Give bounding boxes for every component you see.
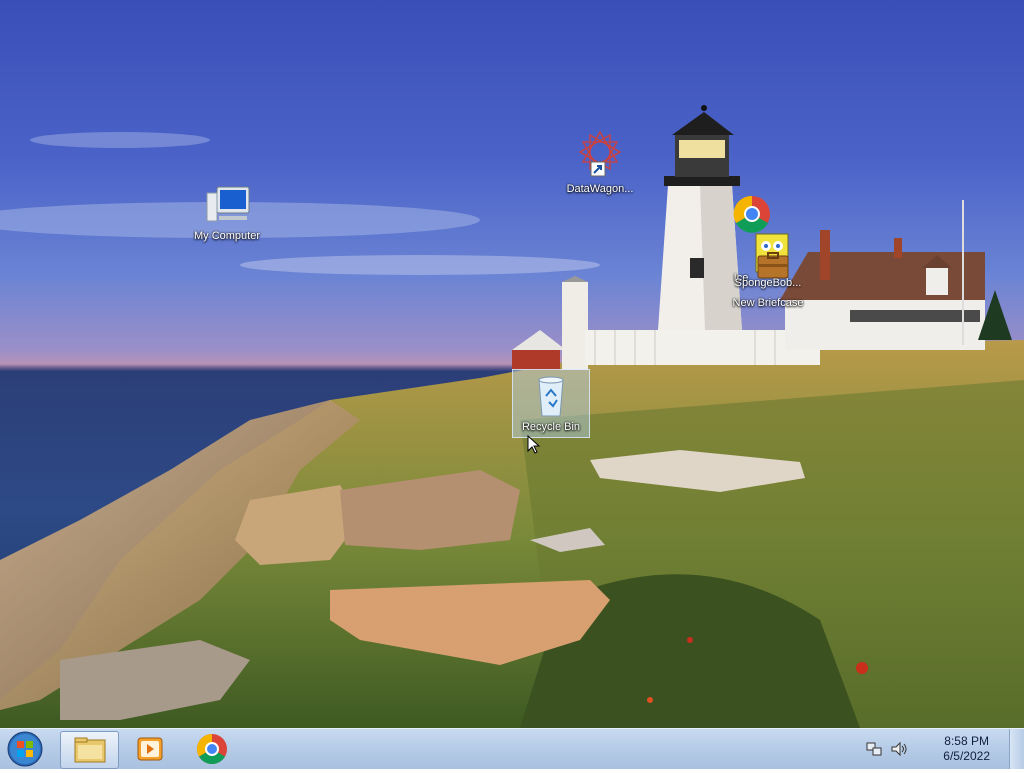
desktop[interactable]: My Computer DataWagon... Ice SpongeBob..…: [0, 0, 1024, 728]
spongebob-icon: [755, 233, 789, 279]
chrome-icon: [196, 734, 227, 765]
wallpaper: [0, 105, 1024, 728]
network-icon[interactable]: [866, 741, 882, 757]
clock-time: 8:58 PM: [944, 734, 989, 748]
desktop-icon-my-computer[interactable]: My Computer: [188, 183, 266, 242]
desktop-icon-spongebob[interactable]: SpongeBob...: [728, 232, 808, 289]
taskbar-media-player-button[interactable]: [122, 731, 179, 767]
taskbar-file-explorer-button[interactable]: [60, 731, 119, 769]
taskbar-chrome-button[interactable]: [184, 731, 241, 767]
windows-logo-icon: [7, 731, 43, 767]
desktop-icon-recycle-bin[interactable]: Recycle Bin: [512, 369, 590, 438]
start-button[interactable]: [5, 730, 45, 768]
desktop-icon-label: New Briefcase: [732, 297, 804, 309]
system-clock[interactable]: 8:58 PM 6/5/2022: [943, 734, 990, 764]
media-player-icon: [137, 737, 163, 761]
taskbar: 8:58 PM 6/5/2022: [0, 728, 1024, 769]
computer-icon: [206, 186, 250, 222]
folder-icon: [74, 737, 106, 763]
desktop-icon-chrome[interactable]: [728, 194, 776, 234]
chrome-icon: [733, 195, 770, 233]
mouse-cursor: [527, 435, 541, 454]
clock-date: 6/5/2022: [943, 749, 990, 763]
desktop-icon-label: SpongeBob...: [734, 277, 802, 289]
volume-icon[interactable]: [890, 741, 908, 757]
desktop-icon-label: Recycle Bin: [521, 421, 581, 433]
recycle-bin-icon: [538, 376, 564, 417]
desktop-icon-label: DataWagon...: [566, 183, 634, 195]
datawagon-icon: [578, 130, 622, 177]
desktop-icon-label: My Computer: [193, 230, 261, 242]
show-desktop-button[interactable]: [1009, 729, 1024, 769]
desktop-icon-new-briefcase[interactable]: New Briefcase: [726, 297, 810, 309]
desktop-icon-datawagon[interactable]: DataWagon...: [562, 128, 638, 195]
